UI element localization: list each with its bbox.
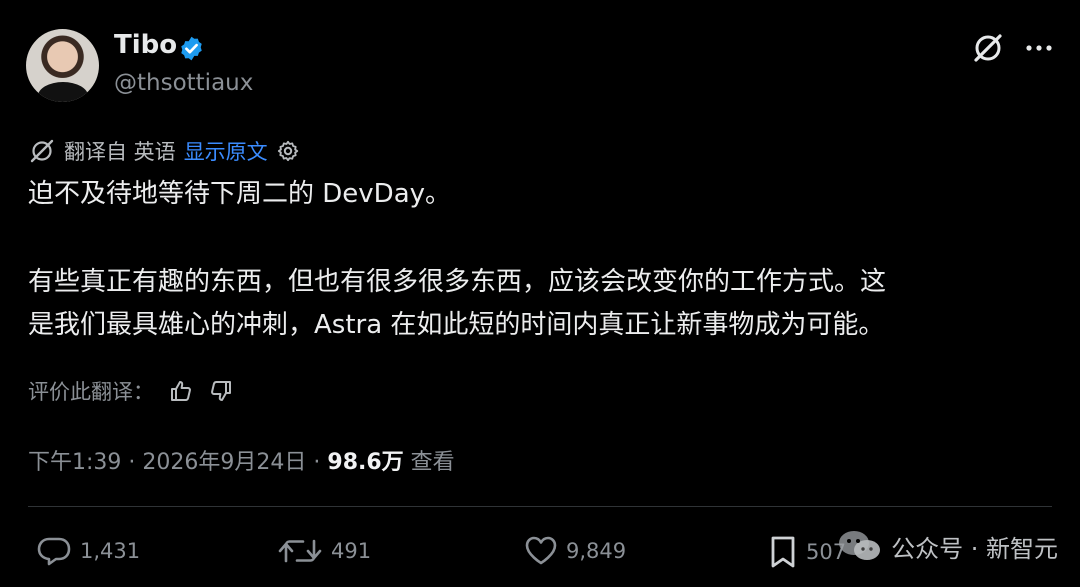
- translate-icon: [30, 139, 54, 163]
- translation-label: 翻译自 英语: [64, 140, 176, 164]
- retweet-button[interactable]: 491: [277, 535, 371, 567]
- view-label: 查看: [410, 450, 455, 475]
- bookmark-icon: [771, 536, 795, 568]
- wechat-watermark: 公众号 · 新智元: [837, 528, 1058, 564]
- show-original-link[interactable]: 显示原文: [184, 136, 268, 166]
- meta-separator: ·: [128, 450, 136, 475]
- reply-icon: [37, 537, 71, 566]
- verified-badge-icon: [181, 36, 202, 61]
- bookmark-button[interactable]: 507: [768, 535, 846, 569]
- like-button[interactable]: 9,849: [524, 535, 626, 567]
- retweet-count: 491: [331, 539, 372, 563]
- grok-icon[interactable]: [970, 30, 1006, 66]
- rate-translation-label: 评价此翻译：: [28, 380, 154, 404]
- reply-count: 1,431: [80, 539, 141, 563]
- retweet-icon: [278, 539, 322, 563]
- translation-bar: 翻译自 英语 显示原文: [28, 136, 300, 166]
- view-count: 98.6万: [327, 450, 404, 475]
- reply-button[interactable]: 1,431: [36, 535, 140, 567]
- tweet-text-line-3: 是我们最具雄心的冲刺，Astra 在如此短的时间内真正让新事物成为可能。: [28, 310, 885, 340]
- author-name[interactable]: Tibo: [114, 30, 177, 60]
- post-time[interactable]: 下午1:39: [28, 450, 121, 475]
- divider: [28, 506, 1052, 507]
- post-date[interactable]: 2026年9月24日: [142, 450, 306, 475]
- author-handle[interactable]: @thsottiaux: [114, 70, 253, 96]
- avatar[interactable]: [26, 29, 99, 102]
- thumbs-down-icon[interactable]: [208, 378, 234, 404]
- meta-separator: ·: [313, 450, 321, 475]
- like-count: 9,849: [566, 539, 627, 563]
- tweet-meta: 下午1:39 · 2026年9月24日 · 98.6万 查看: [28, 444, 455, 476]
- rate-translation-row: 评价此翻译：: [28, 376, 234, 406]
- more-options-icon[interactable]: [1024, 38, 1054, 58]
- watermark-text: 公众号 · 新智元: [891, 534, 1058, 563]
- tweet-text-line-1: 迫不及待地等待下周二的 DevDay。: [28, 179, 452, 209]
- thumbs-up-icon[interactable]: [168, 378, 194, 404]
- tweet-text-line-2: 有些真正有趣的东西，但也有很多很多东西，应该会改变你的工作方式。这: [28, 267, 887, 297]
- wechat-logo-icon: [839, 531, 881, 560]
- heart-icon: [525, 536, 557, 565]
- gear-icon[interactable]: [276, 139, 300, 163]
